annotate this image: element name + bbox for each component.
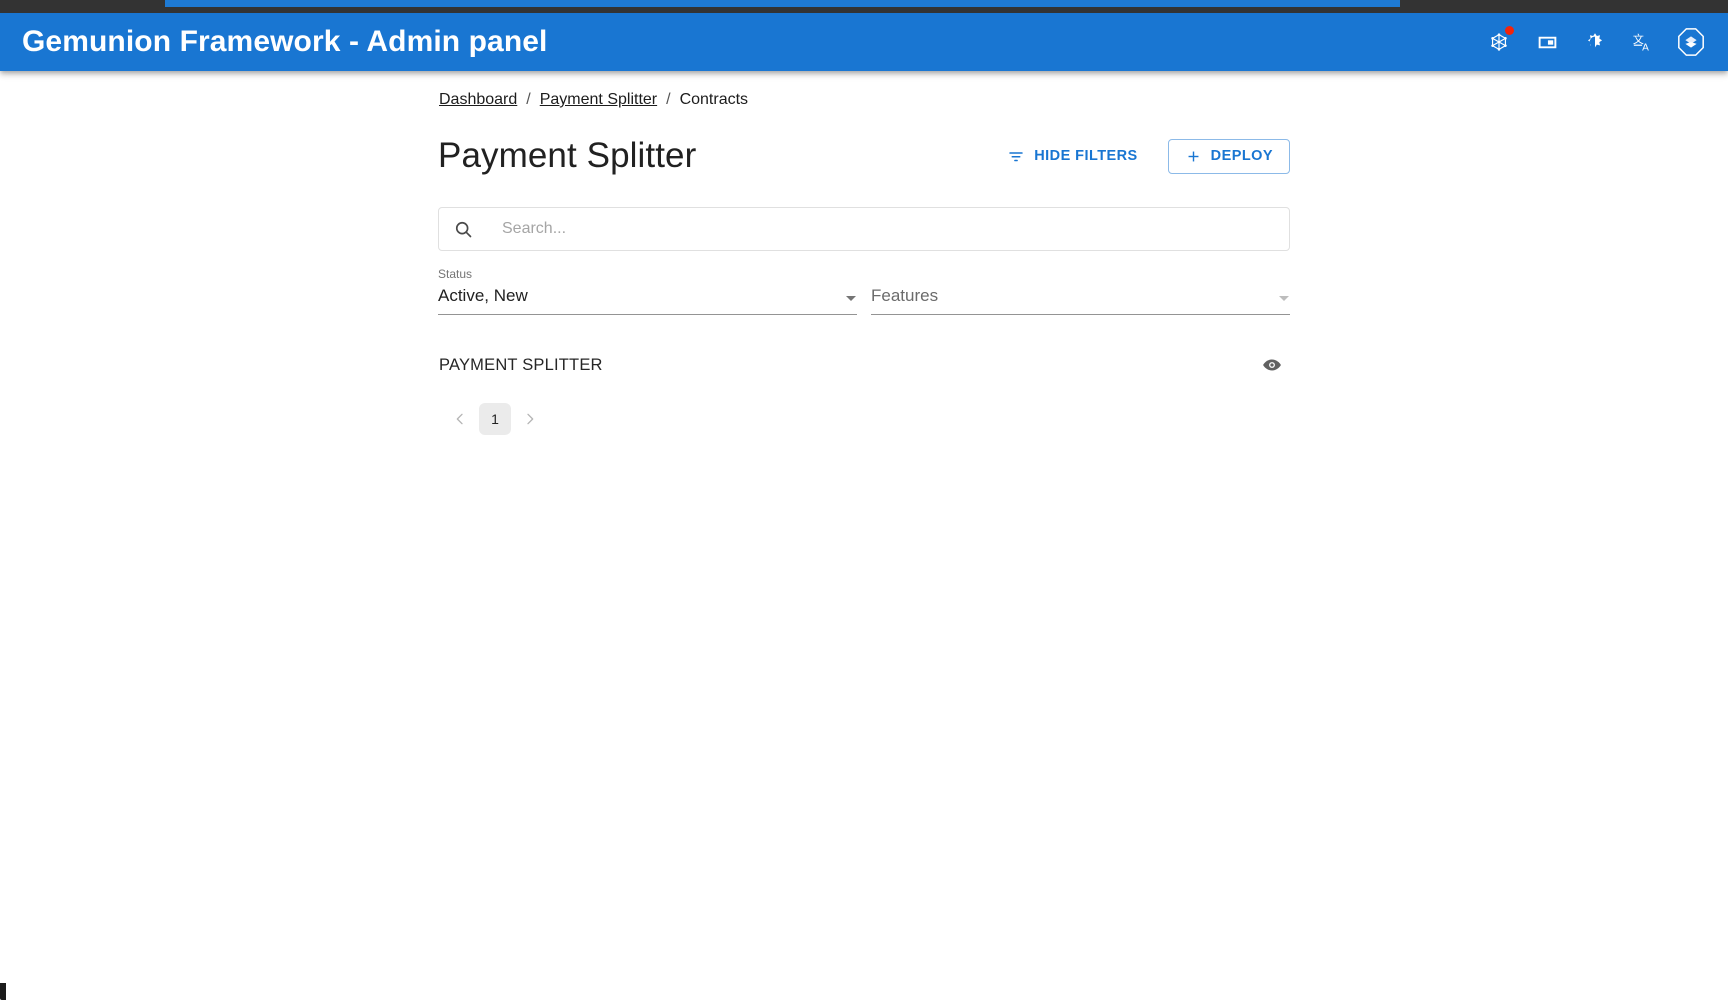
chevron-left-icon <box>456 413 463 425</box>
svg-text:A: A <box>1642 42 1649 53</box>
chevron-down-icon <box>846 296 856 301</box>
chevron-right-icon <box>527 413 534 425</box>
page-header: Payment Splitter HIDE FILTERS DEPLOY <box>438 133 1290 179</box>
list-item-title: PAYMENT SPLITTER <box>439 355 603 374</box>
wallet-icon-button[interactable] <box>1530 25 1564 59</box>
deploy-button[interactable]: DEPLOY <box>1167 138 1290 174</box>
plus-icon <box>1188 151 1199 161</box>
filter-icon <box>1009 152 1023 162</box>
chevron-down-icon <box>1279 296 1289 301</box>
browser-chrome-strip <box>0 0 1728 13</box>
search-field[interactable] <box>438 207 1290 251</box>
contract-list: PAYMENT SPLITTER <box>438 341 1290 389</box>
filters-row: Status Active, New Features <box>438 267 1290 315</box>
app-bar: Gemunion Framework - Admin panel 文 A <box>0 13 1728 71</box>
status-select-label: Status <box>438 267 473 281</box>
breadcrumb-separator: / <box>526 91 531 108</box>
language-icon: 文 A <box>1633 32 1649 53</box>
breadcrumb: Dashboard / Payment Splitter / Contracts <box>438 87 1290 113</box>
eye-icon <box>1263 359 1281 371</box>
deploy-label: DEPLOY <box>1210 148 1273 164</box>
breadcrumb-item-dashboard[interactable]: Dashboard <box>439 91 517 109</box>
app-bar-actions: 文 A <box>1482 25 1708 59</box>
theme-toggle-icon <box>1587 33 1603 48</box>
features-select-placeholder: Features <box>871 286 939 305</box>
app-logo-button[interactable] <box>1674 25 1708 59</box>
view-button[interactable] <box>1255 348 1289 382</box>
breadcrumb-separator: / <box>666 91 671 108</box>
app-title: Gemunion Framework - Admin panel <box>22 25 548 58</box>
hide-filters-label: HIDE FILTERS <box>1034 148 1138 164</box>
status-select-value: Active, New <box>438 286 528 305</box>
search-icon <box>455 221 472 237</box>
window-corner <box>0 983 6 1000</box>
breadcrumb-item-payment-splitter[interactable]: Payment Splitter <box>540 91 657 109</box>
status-select[interactable]: Status Active, New <box>438 267 857 315</box>
search-input[interactable] <box>500 219 1275 239</box>
notification-badge <box>1505 26 1514 35</box>
network-icon-button[interactable] <box>1482 25 1516 59</box>
theme-toggle-button[interactable] <box>1578 25 1612 59</box>
hide-filters-button[interactable]: HIDE FILTERS <box>998 139 1146 173</box>
features-select[interactable]: Features <box>871 267 1290 315</box>
pagination-prev-button[interactable] <box>444 403 476 435</box>
pagination-next-button[interactable] <box>514 403 546 435</box>
app-logo-icon <box>1678 28 1704 56</box>
language-icon-button[interactable]: 文 A <box>1626 25 1660 59</box>
wallet-icon <box>1538 36 1556 48</box>
page-title: Payment Splitter <box>438 136 697 175</box>
main-content: Dashboard / Payment Splitter / Contracts… <box>0 71 1728 1000</box>
list-item[interactable]: PAYMENT SPLITTER <box>438 341 1290 389</box>
pagination-page-1[interactable]: 1 <box>479 403 511 435</box>
pagination: 1 <box>438 403 1290 435</box>
page-container: Dashboard / Payment Splitter / Contracts… <box>438 71 1290 435</box>
browser-tab-accent <box>165 0 1400 7</box>
breadcrumb-item-contracts: Contracts <box>679 91 749 108</box>
